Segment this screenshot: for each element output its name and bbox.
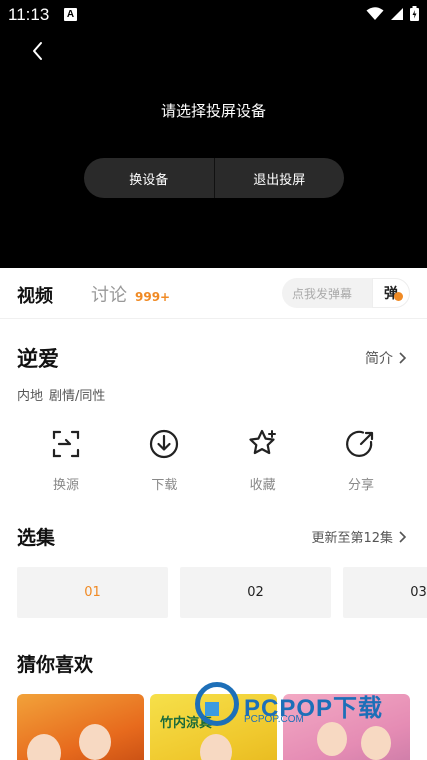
favorite-button[interactable]: 收藏 [214, 428, 312, 493]
cast-prompt: 请选择投屏设备 [160, 102, 266, 120]
download-button[interactable]: 下载 [115, 428, 213, 493]
poster-caption: 竹内涼真 [160, 716, 213, 731]
battery-icon [410, 6, 419, 21]
chevron-right-icon [399, 530, 407, 543]
poster-face [79, 724, 111, 760]
share-label: 分享 [347, 478, 374, 493]
recommend-title: 猜你喜欢 [17, 654, 94, 676]
status-icons [366, 6, 419, 21]
chevron-right-icon [399, 352, 407, 364]
download-icon [150, 429, 179, 459]
favorite-star-icon [249, 429, 276, 455]
switch-source-button[interactable]: 换源 [17, 428, 115, 493]
status-bar: 11:13 A [0, 0, 427, 30]
exit-cast-button[interactable]: 退出投屏 [215, 158, 345, 198]
recommend-card[interactable] [283, 694, 410, 760]
switch-source-label: 换源 [52, 478, 79, 493]
signal-icon [391, 7, 403, 20]
wifi-icon [366, 6, 384, 20]
recommend-card[interactable]: 竹内涼真 [150, 694, 277, 760]
poster-face [361, 726, 391, 760]
episodes-title: 选集 [17, 527, 56, 549]
switch-device-button[interactable]: 换设备 [84, 158, 214, 198]
danmaku-bar: 点我发弹幕 弹 [282, 278, 410, 308]
episode-item[interactable]: 02 [180, 567, 331, 618]
intro-label: 简介 [365, 351, 393, 367]
tag-genre: 剧情/同性 [49, 389, 106, 404]
poster-face [200, 734, 232, 760]
danmaku-input[interactable]: 点我发弹幕 [282, 285, 372, 302]
switch-source-icon [52, 430, 80, 458]
danmaku-on-icon [394, 292, 403, 301]
episode-item[interactable]: 01 [17, 567, 168, 618]
tag-region: 内地 [17, 389, 44, 404]
show-tags: 内地 剧情/同性 [17, 385, 105, 404]
action-row: 换源 下载 收藏 分享 [17, 428, 410, 493]
status-time: 11:13 [8, 5, 50, 24]
tab-video[interactable]: 视频 [17, 282, 53, 308]
discuss-count-badge: 999+ [135, 290, 171, 304]
cast-controls: 换设备 退出投屏 [84, 158, 344, 198]
recommend-card[interactable] [17, 694, 144, 760]
section-divider [0, 318, 427, 319]
episodes-update-text: 更新至第12集 [311, 531, 393, 546]
tab-discuss[interactable]: 讨论 [91, 281, 127, 307]
episodes-update-link[interactable]: 更新至第12集 [311, 527, 407, 546]
back-arrow-icon[interactable] [26, 38, 50, 64]
tab-bar: 视频 讨论 999+ 点我发弹幕 弹 [0, 268, 427, 318]
notification-icon: A [64, 8, 77, 21]
poster-face [27, 734, 61, 760]
episode-item[interactable]: 03 [343, 567, 427, 618]
recommend-list: 竹内涼真 [17, 694, 427, 760]
danmaku-toggle-button[interactable]: 弹 [372, 278, 410, 308]
show-title: 逆爱 [17, 347, 59, 371]
video-player-area[interactable]: 11:13 A 请选择投屏设备 换设备 退出投屏 [0, 0, 427, 268]
share-icon [346, 430, 374, 457]
share-button[interactable]: 分享 [312, 428, 410, 493]
intro-link[interactable]: 简介 [365, 348, 407, 368]
download-label: 下载 [151, 478, 178, 493]
favorite-label: 收藏 [249, 478, 276, 493]
poster-face [317, 722, 347, 756]
episode-list: 01 02 03 [17, 567, 427, 618]
